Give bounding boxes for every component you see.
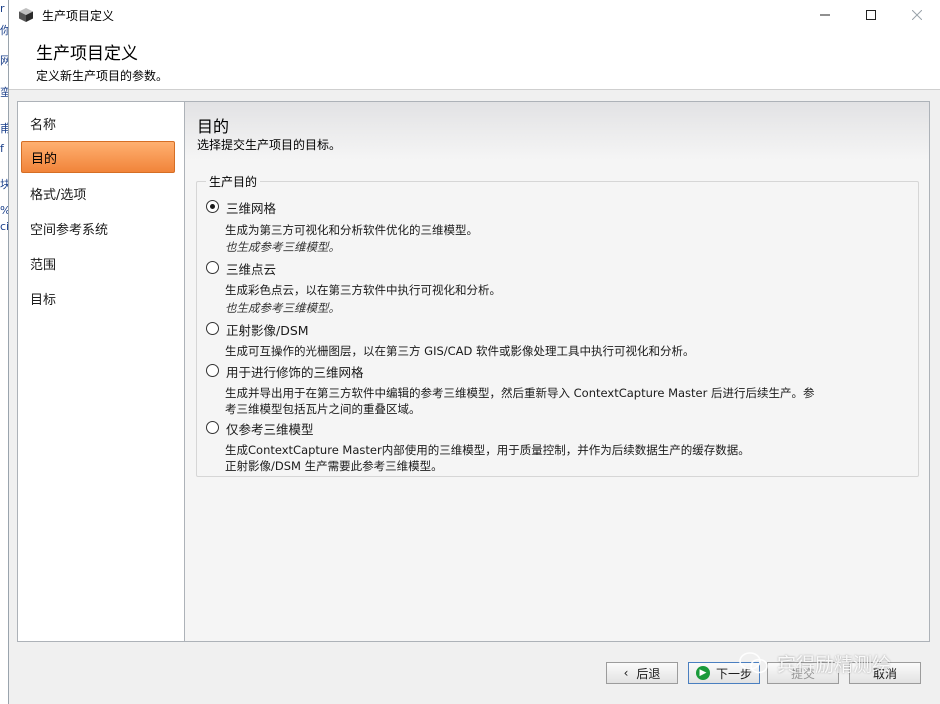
option-note: 也生成参考三维模型。 bbox=[225, 301, 340, 315]
panel-header: 目的 选择提交生产项目的目标。 bbox=[185, 102, 929, 160]
option-label: 三维点云 bbox=[226, 262, 277, 277]
sidebar-item-label: 名称 bbox=[30, 117, 57, 133]
close-button[interactable] bbox=[894, 0, 940, 30]
option-description-continued: 考三维模型包括瓦片之间的重叠区域。 bbox=[225, 402, 421, 416]
sidebar-item-destination[interactable]: 目标 bbox=[21, 282, 175, 314]
sidebar-item-extent[interactable]: 范围 bbox=[21, 247, 175, 279]
header-title: 生产项目定义 bbox=[36, 44, 138, 64]
back-button[interactable]: ‹ 后退 bbox=[606, 662, 678, 684]
watermark-text: 宾得励精测绘 bbox=[777, 653, 892, 676]
option-label: 仅参考三维模型 bbox=[226, 422, 314, 437]
option-label: 用于进行修饰的三维网格 bbox=[226, 365, 364, 380]
radio-retouching-mesh[interactable] bbox=[206, 364, 219, 377]
option-label: 三维网格 bbox=[226, 201, 277, 216]
next-arrow-icon: ▶ bbox=[695, 666, 710, 680]
option-label: 正射影像/DSM bbox=[226, 323, 309, 338]
radio-orthophoto-dsm[interactable] bbox=[206, 322, 219, 335]
maximize-icon bbox=[866, 10, 876, 20]
minimize-button[interactable] bbox=[802, 0, 848, 30]
sidebar-item-spatial-reference[interactable]: 空间参考系统 bbox=[21, 212, 175, 244]
production-definition-dialog: 生产项目定义 生产项目定义 定义新生产项目的参数。 名称 目的 格式/选项 空间 bbox=[8, 0, 940, 704]
option-description: 生成彩色点云，以在第三方软件中执行可视化和分析。 bbox=[225, 283, 501, 297]
option-note: 也生成参考三维模型。 bbox=[225, 240, 340, 254]
title-bar: 生产项目定义 bbox=[9, 0, 940, 30]
sidebar-item-purpose[interactable]: 目的 bbox=[21, 141, 175, 173]
app-cube-icon bbox=[19, 8, 33, 22]
maximize-button[interactable] bbox=[848, 0, 894, 30]
radio-3d-mesh[interactable] bbox=[206, 200, 219, 213]
option-description: 生成为第三方可视化和分析软件优化的三维模型。 bbox=[225, 223, 478, 237]
back-label: 后退 bbox=[636, 666, 661, 681]
sidebar-item-label: 目的 bbox=[31, 151, 58, 167]
sidebar-item-format-options[interactable]: 格式/选项 bbox=[21, 177, 175, 209]
option-description: 生成ContextCapture Master内部使用的三维模型，用于质量控制，… bbox=[225, 443, 750, 457]
wizard-steps-sidebar: 名称 目的 格式/选项 空间参考系统 范围 目标 bbox=[17, 101, 185, 642]
header-subtitle: 定义新生产项目的参数。 bbox=[36, 69, 169, 83]
sidebar-item-label: 空间参考系统 bbox=[30, 222, 109, 238]
group-label: 生产目的 bbox=[206, 173, 261, 190]
option-description: 生成可互操作的光栅图层，以在第三方 GIS/CAD 软件或影像处理工具中执行可视… bbox=[225, 344, 695, 358]
production-purpose-group: 生产目的 三维网格 生成为第三方可视化和分析软件优化的三维模型。 也生成参考三维… bbox=[196, 173, 919, 477]
watermark: 宾得励精测绘 bbox=[739, 648, 891, 678]
option-description-continued: 正射影像/DSM 生产需要此参考三维模型。 bbox=[225, 459, 443, 473]
panel-subtitle: 选择提交生产项目的目标。 bbox=[197, 138, 342, 152]
purpose-panel: 目的 选择提交生产项目的目标。 生产目的 三维网格 生成为第三方可视化和分析软件… bbox=[184, 101, 930, 642]
sidebar-item-label: 目标 bbox=[30, 292, 57, 308]
option-description: 生成并导出用于在第三方软件中编辑的参考三维模型，然后重新导入 ContextCa… bbox=[225, 386, 815, 400]
minimize-icon bbox=[820, 14, 830, 16]
radio-3d-point-cloud[interactable] bbox=[206, 261, 219, 274]
radio-reference-model-only[interactable] bbox=[206, 421, 219, 434]
sidebar-item-label: 范围 bbox=[30, 257, 57, 273]
close-icon bbox=[912, 10, 922, 20]
dialog-header: 生产项目定义 定义新生产项目的参数。 bbox=[9, 30, 940, 90]
panel-title: 目的 bbox=[197, 117, 230, 136]
sidebar-item-name[interactable]: 名称 bbox=[21, 107, 175, 139]
sidebar-item-label: 格式/选项 bbox=[30, 187, 87, 203]
chevron-left-icon: ‹ bbox=[623, 666, 629, 680]
window-title: 生产项目定义 bbox=[42, 8, 115, 23]
wechat-logo-icon bbox=[739, 652, 768, 674]
